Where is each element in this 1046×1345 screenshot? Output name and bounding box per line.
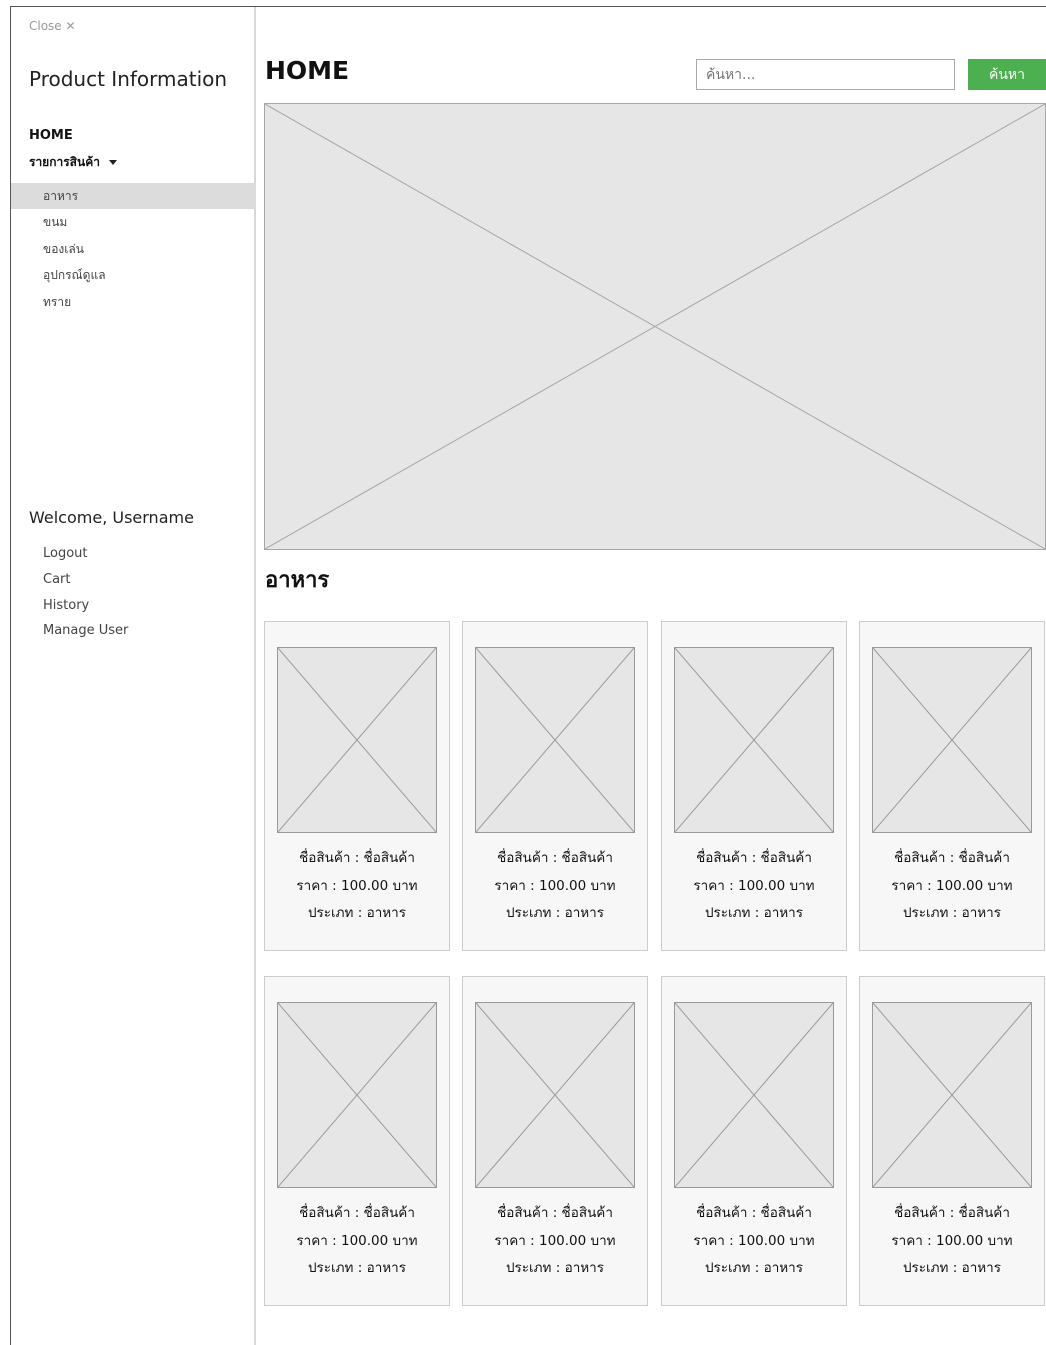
image-placeholder-icon bbox=[873, 648, 1031, 832]
product-type: ประเภท : อาหาร bbox=[902, 905, 1002, 922]
product-type: ประเภท : อาหาร bbox=[505, 1260, 605, 1277]
product-card[interactable]: ชื่อสินค้า : ชื่อสินค้า ราคา : 100.00 บา… bbox=[859, 621, 1045, 951]
section-title: อาหาร bbox=[265, 568, 330, 593]
product-card[interactable]: ชื่อสินค้า : ชื่อสินค้า ราคา : 100.00 บา… bbox=[462, 976, 648, 1306]
sidebar-item-category[interactable]: ขนม bbox=[11, 209, 256, 235]
close-sidebar-link[interactable]: Close ✕ bbox=[29, 19, 76, 33]
image-placeholder-icon bbox=[278, 1003, 436, 1187]
product-name: ชื่อสินค้า : ชื่อสินค้า bbox=[497, 1205, 613, 1221]
product-name: ชื่อสินค้า : ชื่อสินค้า bbox=[696, 1205, 812, 1221]
product-name: ชื่อสินค้า : ชื่อสินค้า bbox=[894, 850, 1010, 866]
product-price: ราคา : 100.00 บาท bbox=[494, 877, 616, 894]
product-image-placeholder bbox=[475, 647, 635, 833]
sidebar-item-category[interactable]: อาหาร bbox=[11, 183, 256, 210]
product-card[interactable]: ชื่อสินค้า : ชื่อสินค้า ราคา : 100.00 บา… bbox=[661, 621, 847, 951]
product-type: ประเภท : อาหาร bbox=[704, 905, 804, 922]
product-info: ชื่อสินค้า : ชื่อสินค้า ราคา : 100.00 บา… bbox=[463, 844, 647, 927]
product-info: ชื่อสินค้า : ชื่อสินค้า ราคา : 100.00 บา… bbox=[662, 1199, 846, 1282]
product-image-placeholder bbox=[872, 1002, 1032, 1188]
image-placeholder-icon bbox=[265, 104, 1045, 549]
product-info: ชื่อสินค้า : ชื่อสินค้า ราคา : 100.00 บา… bbox=[265, 1199, 449, 1282]
product-card[interactable]: ชื่อสินค้า : ชื่อสินค้า ราคา : 100.00 บา… bbox=[264, 976, 450, 1306]
product-name: ชื่อสินค้า : ชื่อสินค้า bbox=[894, 1205, 1010, 1221]
cart-link[interactable]: Cart bbox=[43, 567, 128, 593]
product-image-placeholder bbox=[475, 1002, 635, 1188]
sidebar-item-category[interactable]: ของเล่น bbox=[11, 236, 256, 262]
product-card[interactable]: ชื่อสินค้า : ชื่อสินค้า ราคา : 100.00 บา… bbox=[462, 621, 648, 951]
product-info: ชื่อสินค้า : ชื่อสินค้า ราคา : 100.00 บา… bbox=[463, 1199, 647, 1282]
product-price: ราคา : 100.00 บาท bbox=[494, 1232, 616, 1249]
product-image-placeholder bbox=[872, 647, 1032, 833]
image-placeholder-icon bbox=[675, 648, 833, 832]
product-price: ราคา : 100.00 บาท bbox=[296, 1232, 418, 1249]
product-price: ราคา : 100.00 บาท bbox=[296, 877, 418, 894]
product-info: ชื่อสินค้า : ชื่อสินค้า ราคา : 100.00 บา… bbox=[265, 844, 449, 927]
page-title: HOME bbox=[265, 56, 350, 85]
sidebar: Close ✕ Product Information HOME รายการส… bbox=[11, 7, 256, 1345]
brand-title: Product Information bbox=[29, 67, 228, 91]
product-image-placeholder bbox=[674, 1002, 834, 1188]
image-placeholder-icon bbox=[873, 1003, 1031, 1187]
welcome-text: Welcome, Username bbox=[29, 508, 194, 527]
product-name: ชื่อสินค้า : ชื่อสินค้า bbox=[696, 850, 812, 866]
manage-user-link[interactable]: Manage User bbox=[43, 618, 128, 644]
product-image-placeholder bbox=[277, 647, 437, 833]
product-info: ชื่อสินค้า : ชื่อสินค้า ราคา : 100.00 บา… bbox=[662, 844, 846, 927]
product-image-placeholder bbox=[277, 1002, 437, 1188]
search-button[interactable]: ค้นหา bbox=[968, 59, 1046, 90]
product-type: ประเภท : อาหาร bbox=[307, 905, 407, 922]
product-name: ชื่อสินค้า : ชื่อสินค้า bbox=[299, 1205, 415, 1221]
product-name: ชื่อสินค้า : ชื่อสินค้า bbox=[299, 850, 415, 866]
logout-link[interactable]: Logout bbox=[43, 541, 128, 567]
product-price: ราคา : 100.00 บาท bbox=[693, 1232, 815, 1249]
image-placeholder-icon bbox=[476, 648, 634, 832]
product-price: ราคา : 100.00 บาท bbox=[891, 1232, 1013, 1249]
product-type: ประเภท : อาหาร bbox=[902, 1260, 1002, 1277]
product-card[interactable]: ชื่อสินค้า : ชื่อสินค้า ราคา : 100.00 บา… bbox=[859, 976, 1045, 1306]
product-name: ชื่อสินค้า : ชื่อสินค้า bbox=[497, 850, 613, 866]
nav-products-dropdown[interactable]: รายการสินค้า bbox=[29, 153, 117, 172]
sidebar-item-category[interactable]: ทราย bbox=[11, 289, 256, 315]
nav-products-label: รายการสินค้า bbox=[29, 155, 100, 169]
user-menu: Logout Cart History Manage User bbox=[43, 541, 128, 644]
product-price: ราคา : 100.00 บาท bbox=[891, 877, 1013, 894]
search-input[interactable] bbox=[696, 59, 955, 90]
history-link[interactable]: History bbox=[43, 593, 128, 619]
image-placeholder-icon bbox=[675, 1003, 833, 1187]
category-list: อาหาร ขนม ของเล่น อุปกรณ์ดูแล ทราย bbox=[11, 183, 256, 315]
nav-home[interactable]: HOME bbox=[29, 128, 73, 143]
product-info: ชื่อสินค้า : ชื่อสินค้า ราคา : 100.00 บา… bbox=[860, 1199, 1044, 1282]
caret-down-icon bbox=[108, 160, 117, 165]
sidebar-item-category[interactable]: อุปกรณ์ดูแล bbox=[11, 262, 256, 288]
product-card[interactable]: ชื่อสินค้า : ชื่อสินค้า ราคา : 100.00 บา… bbox=[661, 976, 847, 1306]
product-info: ชื่อสินค้า : ชื่อสินค้า ราคา : 100.00 บา… bbox=[860, 844, 1044, 927]
product-card[interactable]: ชื่อสินค้า : ชื่อสินค้า ราคา : 100.00 บา… bbox=[264, 621, 450, 951]
image-placeholder-icon bbox=[278, 648, 436, 832]
product-price: ราคา : 100.00 บาท bbox=[693, 877, 815, 894]
product-image-placeholder bbox=[674, 647, 834, 833]
product-type: ประเภท : อาหาร bbox=[704, 1260, 804, 1277]
product-type: ประเภท : อาหาร bbox=[307, 1260, 407, 1277]
image-placeholder-icon bbox=[476, 1003, 634, 1187]
banner-image-placeholder bbox=[264, 103, 1046, 550]
product-type: ประเภท : อาหาร bbox=[505, 905, 605, 922]
